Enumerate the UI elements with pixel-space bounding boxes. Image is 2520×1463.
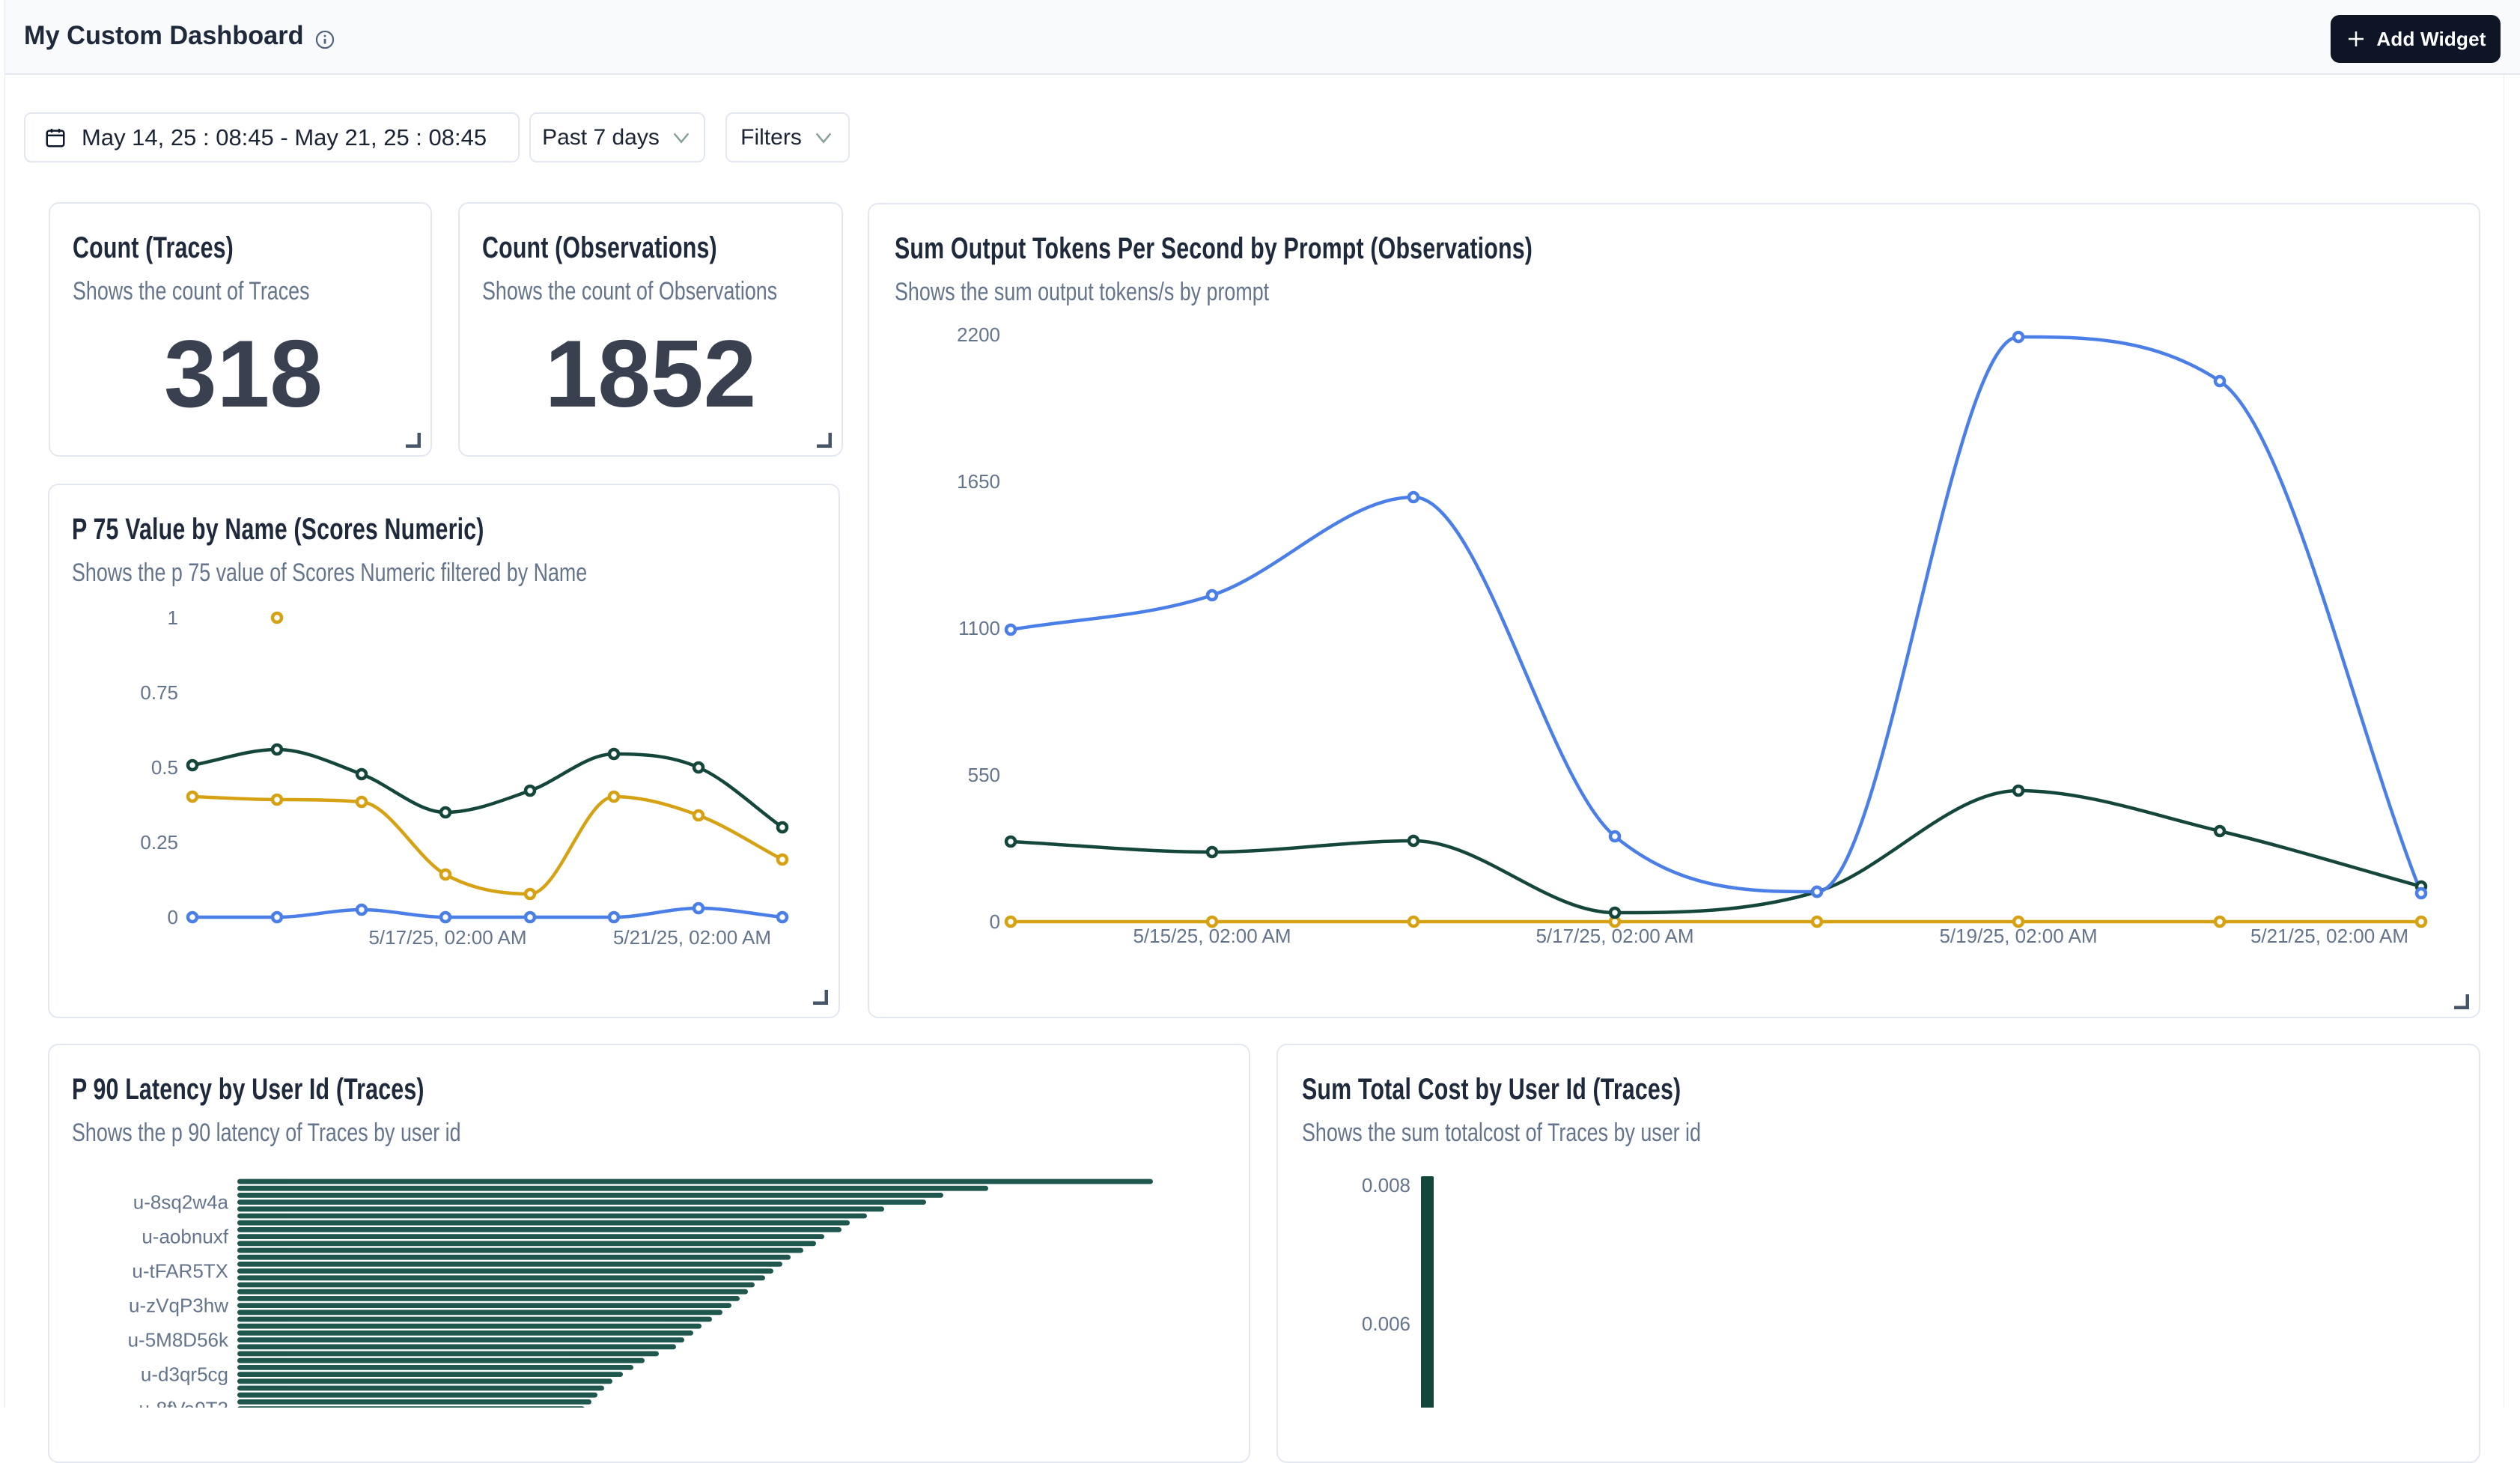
svg-text:u-5M8D56k: u-5M8D56k bbox=[128, 1329, 229, 1351]
svg-text:1650: 1650 bbox=[957, 470, 1000, 493]
svg-text:u-tFAR5TX: u-tFAR5TX bbox=[132, 1260, 228, 1283]
svg-text:u-8fVa9T3: u-8fVa9T3 bbox=[139, 1398, 228, 1408]
svg-text:0: 0 bbox=[168, 906, 178, 928]
svg-text:550: 550 bbox=[968, 764, 1000, 786]
svg-text:1100: 1100 bbox=[958, 617, 1000, 639]
svg-text:5/17/25, 02:00 AM: 5/17/25, 02:00 AM bbox=[368, 926, 526, 949]
svg-text:0.5: 0.5 bbox=[151, 756, 178, 779]
svg-text:0.008: 0.008 bbox=[1362, 1174, 1410, 1196]
svg-text:2200: 2200 bbox=[957, 323, 1000, 346]
svg-text:u-aobnuxf: u-aobnuxf bbox=[141, 1226, 228, 1248]
svg-text:5/21/25, 02:00 AM: 5/21/25, 02:00 AM bbox=[2250, 925, 2408, 947]
svg-text:5/15/25, 02:00 AM: 5/15/25, 02:00 AM bbox=[1133, 925, 1291, 947]
svg-text:0: 0 bbox=[990, 910, 1000, 933]
svg-text:5/21/25, 02:00 AM: 5/21/25, 02:00 AM bbox=[613, 926, 771, 949]
svg-text:u-8sq2w4a: u-8sq2w4a bbox=[133, 1191, 229, 1214]
svg-text:5/17/25, 02:00 AM: 5/17/25, 02:00 AM bbox=[1536, 925, 1693, 947]
svg-text:u-zVqP3hw: u-zVqP3hw bbox=[129, 1295, 228, 1317]
svg-text:0.25: 0.25 bbox=[140, 831, 178, 854]
svg-text:0.006: 0.006 bbox=[1362, 1313, 1410, 1335]
svg-text:0.75: 0.75 bbox=[140, 681, 178, 704]
svg-text:1: 1 bbox=[168, 606, 178, 629]
svg-text:u-d3qr5cg: u-d3qr5cg bbox=[141, 1363, 228, 1386]
svg-text:5/19/25, 02:00 AM: 5/19/25, 02:00 AM bbox=[1939, 925, 2097, 947]
